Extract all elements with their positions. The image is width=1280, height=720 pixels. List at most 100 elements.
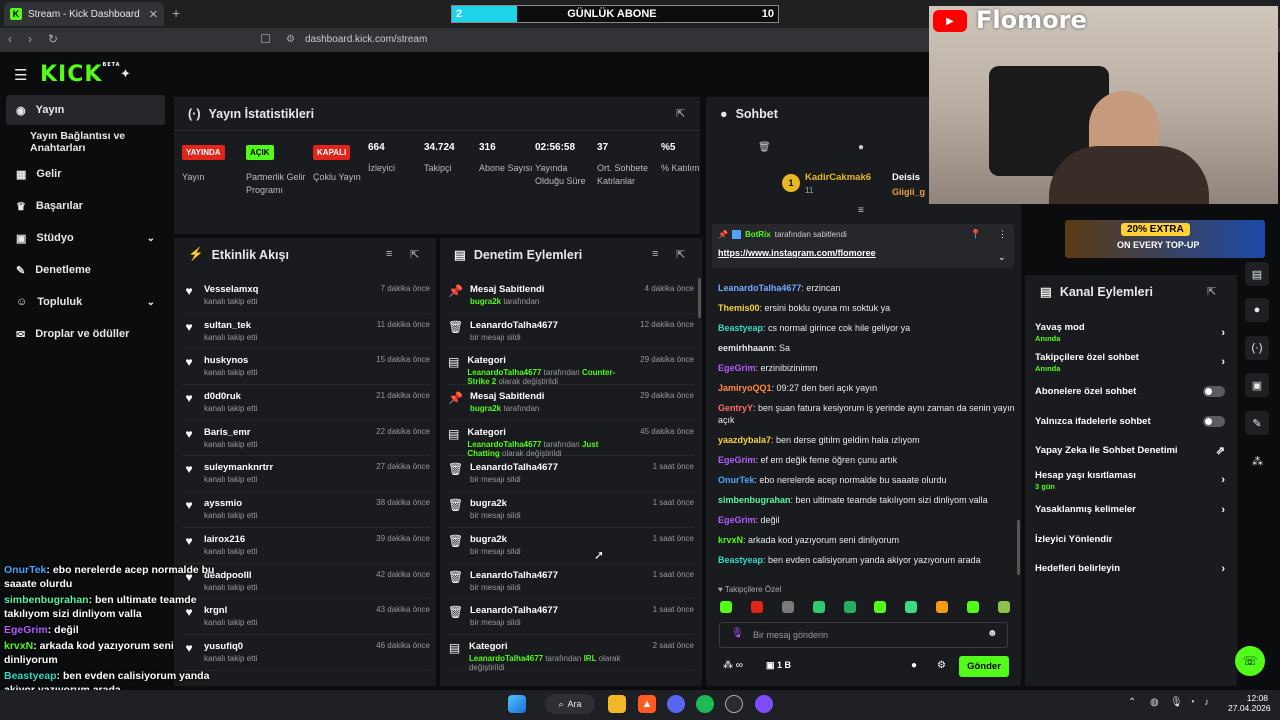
channel-action-item[interactable]: Yalnızca ifadelerle sohbet xyxy=(1035,409,1225,434)
sidebar-item-topluluk[interactable]: ☺ Topluluk ⌄ xyxy=(6,287,165,317)
brave-icon[interactable]: ▲ xyxy=(638,695,656,713)
chat-username[interactable]: Beastyeap xyxy=(718,323,763,333)
event-user[interactable]: Vesselamxq xyxy=(204,284,258,295)
microphone-icon[interactable]: 🎙 xyxy=(731,628,744,639)
document-icon[interactable]: ▤ xyxy=(1245,262,1269,286)
network-icon[interactable]: ◍ xyxy=(1150,697,1159,708)
unpin-icon[interactable]: 📍 xyxy=(970,229,981,240)
chat-icon[interactable]: ● xyxy=(1245,298,1269,322)
spotify-icon[interactable] xyxy=(696,695,714,713)
action-user[interactable]: bugra2k xyxy=(470,297,503,306)
support-icon[interactable]: ☏ xyxy=(1235,646,1265,676)
chat-username[interactable]: krvxN xyxy=(718,535,743,545)
chat-settings-bubble-icon[interactable]: ● xyxy=(911,660,917,671)
event-user[interactable]: suleymanknrtrr xyxy=(204,462,273,473)
event-user[interactable]: d0d0ruk xyxy=(204,391,257,402)
chat-username[interactable]: LeanardoTalha4677 xyxy=(718,283,801,293)
chat-username[interactable]: yaazdybala7 xyxy=(718,435,771,445)
chat-username[interactable]: OnurTek xyxy=(718,475,754,485)
promo-banner[interactable]: 20% EXTRA ON EVERY TOP-UP xyxy=(1065,220,1265,258)
sidebar-item-denetleme[interactable]: ✎ Denetleme xyxy=(6,255,165,285)
sidebar-item-studyo[interactable]: ▣ Stüdyo ⌄ xyxy=(6,223,165,253)
channel-action-item[interactable]: Yavaş mod Anında › xyxy=(1035,320,1225,345)
sidebar-item-droplar[interactable]: ✉ Droplar ve ödüller xyxy=(6,319,165,349)
channel-action-item[interactable]: Takipçilere özel sohbet Anında › xyxy=(1035,350,1225,375)
back-icon[interactable]: ‹ xyxy=(8,32,12,46)
event-user[interactable]: lairox216 xyxy=(204,534,257,545)
sidebar-item-basarilar[interactable]: ♛ Başarılar xyxy=(6,191,165,221)
chat-username[interactable]: Themis00 xyxy=(718,303,760,313)
chevron-down-icon[interactable]: ⌄ xyxy=(998,252,1006,263)
channel-action-item[interactable]: Abonelere özel sohbet xyxy=(1035,379,1225,404)
event-user[interactable]: ayssmio xyxy=(204,498,257,509)
scrollbar[interactable] xyxy=(698,278,701,318)
obs-icon[interactable] xyxy=(725,695,743,713)
emote-icon[interactable] xyxy=(874,601,887,613)
channel-action-item[interactable]: İzleyici Yönlendir xyxy=(1035,527,1225,552)
sidebar-item-yayin[interactable]: ◉ Yayın xyxy=(6,95,165,125)
expand-icon[interactable]: ⇱ xyxy=(410,248,419,261)
kick-logo[interactable]: KICKBETA xyxy=(40,62,121,87)
bookmark-icon[interactable]: ☐ xyxy=(260,32,271,46)
reload-icon[interactable]: ↻ xyxy=(48,32,58,46)
emote-icon[interactable] xyxy=(720,601,732,613)
toggle-switch[interactable] xyxy=(1203,415,1225,427)
app-icon[interactable] xyxy=(755,695,773,713)
menu-icon[interactable]: ☰ xyxy=(14,66,27,84)
tools-icon[interactable]: ✦ xyxy=(120,66,131,82)
emoji-icon[interactable]: ☻ xyxy=(987,628,998,639)
new-tab-icon[interactable]: + xyxy=(172,5,180,21)
wifi-icon[interactable]: ◔ xyxy=(1189,697,1195,708)
channel-action-item[interactable]: Hesap yaşı kısıtlaması 3 gün › xyxy=(1035,468,1225,493)
action-game[interactable]: IRL xyxy=(584,654,597,663)
emote-icon[interactable] xyxy=(936,601,949,613)
chat-bubble-icon[interactable]: ● xyxy=(858,142,864,153)
emote-icon[interactable] xyxy=(843,601,856,613)
chat-username[interactable]: EgeGrim xyxy=(718,455,756,465)
more-icon[interactable]: ⋮ xyxy=(998,229,1007,240)
emote-icon[interactable] xyxy=(997,601,1010,613)
chat-username[interactable]: GentryY xyxy=(718,403,753,413)
emote-icon[interactable] xyxy=(781,601,794,613)
emote-icon[interactable] xyxy=(967,601,979,613)
event-user[interactable]: sultan_tek xyxy=(204,320,257,331)
filter-icon[interactable]: ≡ xyxy=(652,248,658,260)
sidebar-item-stream-keys[interactable]: Yayın Bağlantısı ve Anahtarları xyxy=(20,127,180,157)
chat-username[interactable]: simbenbugrahan xyxy=(718,495,791,505)
top-user[interactable]: KadirCakmak6 xyxy=(805,172,871,183)
community-icon[interactable]: ⁂ xyxy=(1252,455,1263,468)
emote-icon[interactable] xyxy=(750,601,763,613)
sidebar-item-gelir[interactable]: ▦ Gelir xyxy=(6,159,165,189)
chat-username[interactable]: eemirhhaann xyxy=(718,343,774,353)
volume-icon[interactable]: ♪ xyxy=(1204,697,1209,708)
channel-action-item[interactable]: Yapay Zeka ile Sohbet Denetimi ⇗ xyxy=(1035,438,1225,463)
browser-tab[interactable]: K Stream - Kick Dashboard ✕ xyxy=(4,2,164,26)
broadcast-icon[interactable]: (·) xyxy=(1245,336,1269,360)
bits-counter[interactable]: ▣ 1 B xyxy=(766,660,791,671)
chat-username[interactable]: JamiryoQQ1 xyxy=(718,383,772,393)
toggle-switch[interactable] xyxy=(1203,386,1225,397)
trash-icon[interactable]: 🗑 xyxy=(758,142,771,153)
channel-action-item[interactable]: Yasaklanmış kelimeler › xyxy=(1035,497,1225,522)
chat-username[interactable]: EgeGrim xyxy=(718,515,756,525)
expand-icon[interactable]: ⇱ xyxy=(676,248,685,261)
pinned-link[interactable]: https://www.instagram.com/flomoree xyxy=(718,248,876,258)
action-user[interactable]: LeanardoTalha4677 xyxy=(467,368,543,377)
chevron-up-icon[interactable]: ⌃ xyxy=(1128,697,1136,708)
folder-icon[interactable] xyxy=(608,695,626,713)
menu-icon[interactable]: ≡ xyxy=(858,205,864,216)
url-text[interactable]: dashboard.kick.com/stream xyxy=(305,34,427,45)
forward-icon[interactable]: › xyxy=(28,32,32,46)
site-info-icon[interactable]: ⚙ xyxy=(286,34,295,45)
emote-icon[interactable] xyxy=(905,601,918,613)
studio-icon[interactable]: ▣ xyxy=(1245,373,1269,397)
action-user[interactable]: LeanardoTalha4677 xyxy=(467,440,543,449)
windows-start-icon[interactable] xyxy=(508,695,526,713)
scrollbar[interactable] xyxy=(1017,520,1020,575)
send-button[interactable]: Gönder xyxy=(959,656,1009,677)
action-user[interactable]: bugra2k xyxy=(470,404,503,413)
infinity-icon[interactable]: ⁂ ∞ xyxy=(723,660,743,671)
emote-row[interactable] xyxy=(720,601,1010,613)
third-user[interactable]: Giigii_g xyxy=(892,187,925,197)
action-user[interactable]: LeanardoTalha4677 xyxy=(469,654,545,663)
